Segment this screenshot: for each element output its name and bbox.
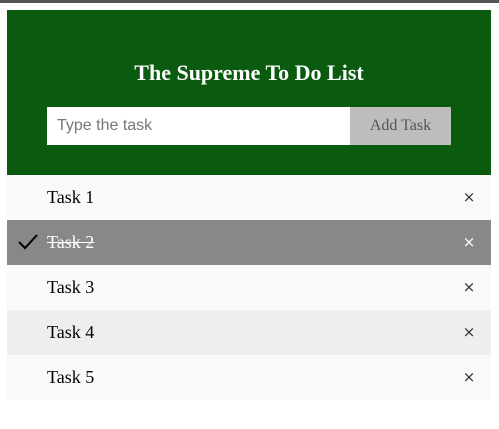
close-icon[interactable]: × bbox=[447, 310, 491, 355]
task-list: Task 1 × Task 2 × Task 3 × Task 4 × Task… bbox=[7, 175, 491, 400]
task-label: Task 4 bbox=[47, 322, 95, 342]
checkmark-icon bbox=[18, 234, 38, 250]
task-item[interactable]: Task 5 × bbox=[7, 355, 491, 400]
todo-app: The Supreme To Do List Add Task Task 1 ×… bbox=[7, 10, 491, 400]
top-divider bbox=[0, 0, 499, 3]
header: The Supreme To Do List Add Task bbox=[7, 10, 491, 175]
task-label: Task 2 bbox=[47, 232, 95, 252]
task-item[interactable]: Task 4 × bbox=[7, 310, 491, 355]
close-icon[interactable]: × bbox=[447, 175, 491, 220]
add-task-button[interactable]: Add Task bbox=[350, 107, 451, 145]
task-label: Task 1 bbox=[47, 187, 95, 207]
close-icon[interactable]: × bbox=[447, 355, 491, 400]
close-icon[interactable]: × bbox=[447, 265, 491, 310]
task-item-checked[interactable]: Task 2 × bbox=[7, 220, 491, 265]
task-item[interactable]: Task 3 × bbox=[7, 265, 491, 310]
task-item[interactable]: Task 1 × bbox=[7, 175, 491, 220]
page-title: The Supreme To Do List bbox=[134, 60, 364, 85]
task-label: Task 5 bbox=[47, 367, 95, 387]
task-input[interactable] bbox=[47, 107, 350, 145]
task-label: Task 3 bbox=[47, 277, 95, 297]
task-input-row: Add Task bbox=[47, 107, 451, 145]
close-icon[interactable]: × bbox=[447, 220, 491, 265]
